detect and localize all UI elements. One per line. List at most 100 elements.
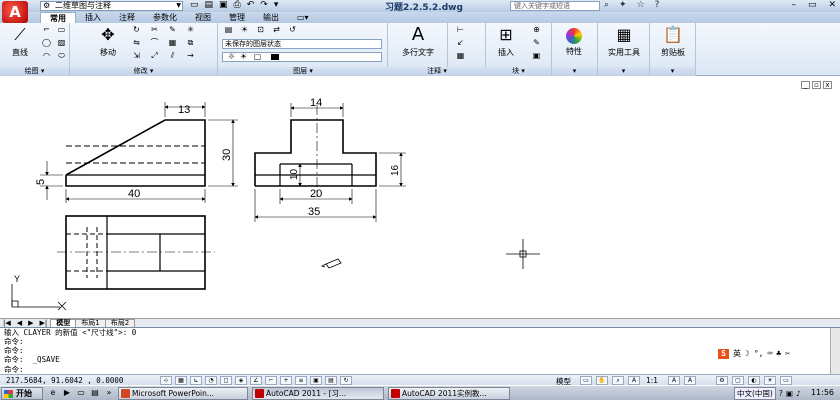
polyline-icon[interactable]: ⌐ [40,25,53,35]
hatch-icon[interactable]: ▨ [55,38,68,48]
viewport-restore-icon[interactable]: ▫ [812,81,821,89]
tab-parametric[interactable]: 参数化 [144,12,186,23]
minimize-icon[interactable]: – [791,0,796,10]
application-menu-button[interactable]: A [2,1,28,23]
viewport-minimize-icon[interactable]: _ [801,81,810,89]
punctuation-icon[interactable]: °, [754,349,764,358]
offset-icon[interactable]: ⫽ [166,51,179,61]
isolate-objects-icon[interactable]: ☀ [764,376,776,385]
next-layout-icon[interactable]: ▶ [25,319,36,327]
start-button[interactable]: 开始 [1,387,43,400]
qat-dropdown-icon[interactable]: ▾ [274,0,279,10]
prev-layout-icon[interactable]: ◀ [14,319,25,327]
command-prompt[interactable]: 命令: [4,365,24,374]
transparency-icon[interactable]: ▣ [310,376,322,385]
taskbar-item-autocad-tutorial[interactable]: AutoCAD 2011实例教... [388,387,510,400]
lineweight-icon[interactable]: ≡ [295,376,307,385]
first-layout-icon[interactable]: |◀ [0,319,14,327]
polar-icon[interactable]: ◔ [205,376,217,385]
leader-icon[interactable]: ↙ [454,38,467,48]
subscription-icon[interactable]: ✦ [619,0,627,10]
properties-button[interactable]: 特性 [554,25,594,57]
shirt-icon[interactable]: ♣ [776,349,781,358]
undo-icon[interactable]: ↶ [247,0,255,10]
mtext-button[interactable]: A 多行文字 [398,25,438,58]
table-icon[interactable]: ▦ [454,51,467,61]
utilities-panel-label[interactable]: ▾ [598,67,649,76]
network-icon[interactable]: ▣ [786,389,793,398]
utilities-button[interactable]: ▦ 实用工具 [604,25,644,58]
tab-home[interactable]: 常用 [40,12,76,23]
block-panel-label[interactable]: 块 ▾ [486,67,551,76]
drawing-area[interactable]: _ ▫ x 13 30 5 40 14 10 16 20 35 Y [0,77,840,318]
fillet-icon[interactable]: ⌒ [148,38,161,48]
save-icon[interactable]: ▣ [219,0,228,10]
stretch-icon[interactable]: ⇲ [130,51,143,61]
print-icon[interactable]: ⎙ [234,0,241,10]
arc-icon[interactable]: ◠ [40,51,53,61]
tab-insert[interactable]: 插入 [76,12,110,23]
help-icon[interactable]: ? [655,0,660,10]
moon-icon[interactable]: ☽ [745,349,750,358]
ie-icon[interactable]: e [48,388,58,398]
zoom-icon[interactable]: ⌕ [612,376,624,385]
clean-screen-icon[interactable]: ▭ [780,376,792,385]
move-button[interactable]: ✥ 移动 [88,25,128,58]
ime-mode-label[interactable]: 英 [733,348,741,359]
edit-block-icon[interactable]: ✎ [530,38,543,48]
taskbar-item-powerpoint[interactable]: Microsoft PowerPoin... [118,387,248,400]
extend-icon[interactable]: → [184,51,197,61]
draw-panel-label[interactable]: 绘图 ▾ [0,67,69,76]
array-icon[interactable]: ▦ [166,38,179,48]
ellipse-icon[interactable]: ⬭ [55,51,68,61]
3d-osnap-icon[interactable]: ◈ [235,376,247,385]
layers-panel-label[interactable]: 图层 ▾ [218,67,388,76]
rotate-icon[interactable]: ↻ [130,25,143,35]
rectangle-icon[interactable]: ▭ [55,25,68,35]
restore-icon[interactable]: ▭ [808,0,817,10]
keyboard-icon[interactable]: ⌨ [767,349,772,358]
auto-scale-icon[interactable]: A [684,376,696,385]
layer-state-dropdown[interactable]: 未保存的图层状态 [222,39,382,49]
osnap-icon[interactable]: ◻ [220,376,232,385]
copy-icon[interactable]: ⧉ [184,38,197,48]
layer-properties-icon[interactable]: ▤ [222,25,235,35]
ribbon-toggle-icon[interactable]: ▭▾ [288,12,318,23]
tab-manage[interactable]: 管理 [220,12,254,23]
redo-icon[interactable]: ↷ [260,0,268,10]
hardware-acceleration-icon[interactable]: ◐ [748,376,760,385]
command-window[interactable]: 输入 CLAYER 的新值 <"尺寸线">: 0 命令: 命令: 命令: _QS… [0,327,840,375]
media-icon[interactable]: ▶ [62,388,72,398]
help-tray-icon[interactable]: ? [779,389,783,398]
open-folder-icon[interactable]: ▤ [205,0,214,10]
ducs-icon[interactable]: ⌐ [265,376,277,385]
annotation-scale-label[interactable]: 1:1 [646,376,658,385]
input-language[interactable]: 中文(中国) [734,387,776,400]
sogou-icon[interactable]: S [718,348,729,359]
coordinate-readout[interactable]: 217.5684, 91.6042 , 0.0000 [6,376,123,385]
layer-lock-icon[interactable]: ⊡ [254,25,267,35]
clipboard-button[interactable]: 📋 剪贴板 [653,25,693,58]
show-desktop-icon[interactable]: ▭ [76,388,86,398]
lock-ui-icon[interactable]: ▢ [732,376,744,385]
otrack-icon[interactable]: ∠ [250,376,262,385]
selection-cycling-icon[interactable]: ↻ [340,376,352,385]
mirror-icon[interactable]: ⇋ [130,38,143,48]
pan-icon[interactable]: ✋ [596,376,608,385]
communication-icon[interactable]: ☆ [637,0,645,10]
annotation-visibility-icon[interactable]: A [668,376,680,385]
attribute-icon[interactable]: ▣ [530,51,543,61]
create-block-icon[interactable]: ⊕ [530,25,543,35]
properties-panel-label[interactable]: ▾ [552,67,597,76]
circle-icon[interactable]: ◯ [40,38,53,48]
tab-annotate[interactable]: 注释 [110,12,144,23]
modify-panel-label[interactable]: 修改 ▾ [70,67,217,76]
binoculars-icon[interactable]: ⌕ [604,0,609,10]
insert-button[interactable]: ⊞ 插入 [486,25,526,58]
erase-icon[interactable]: ✎ [166,25,179,35]
annotation-scale-icon[interactable]: A [628,376,640,385]
viewport-close-icon[interactable]: x [823,81,832,89]
clipboard-panel-label[interactable]: ▾ [650,67,695,76]
ortho-icon[interactable]: ⊾ [190,376,202,385]
annotation-panel-label[interactable]: 注释 ▾ [388,67,486,76]
